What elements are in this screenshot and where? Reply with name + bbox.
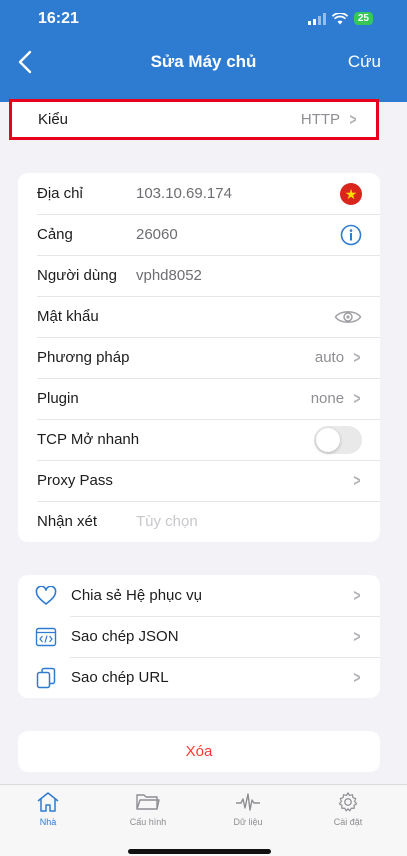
tab-bar: Nhà Cấu hình Dữ liệu Cài đặt — [0, 784, 407, 856]
tcp-fast-open-label: TCP Mở nhanh — [37, 431, 140, 448]
chevron-right-icon: > — [353, 626, 361, 646]
remark-row[interactable]: Nhận xét Tùy chọn — [18, 501, 380, 542]
password-label: Mật khẩu — [37, 308, 99, 325]
chevron-right-icon: > — [353, 347, 361, 367]
plugin-label: Plugin — [37, 390, 79, 407]
signal-icon — [307, 12, 326, 25]
info-icon[interactable] — [340, 224, 362, 246]
gear-icon — [338, 792, 358, 812]
page-title: Sửa Máy chủ — [150, 52, 257, 71]
port-row[interactable]: Cảng 26060 — [18, 214, 380, 255]
save-button[interactable]: Cứu — [348, 52, 381, 72]
folder-icon — [136, 794, 160, 810]
username-row[interactable]: Người dùng vphd8052 — [18, 255, 380, 296]
eye-icon[interactable] — [334, 308, 362, 326]
type-value: HTTP — [300, 111, 341, 128]
chevron-right-icon: > — [349, 109, 357, 129]
chevron-right-icon: > — [353, 388, 361, 408]
chevron-right-icon: > — [353, 585, 361, 605]
proxy-pass-label: Proxy Pass — [37, 472, 113, 489]
address-value[interactable]: 103.10.69.174 — [136, 185, 232, 202]
share-server-row[interactable]: Chia sẻ Hệ phục vụ > — [18, 575, 380, 616]
vietnam-flag-icon: ★ — [340, 182, 362, 205]
remark-input[interactable]: Tùy chọn — [136, 513, 198, 530]
tab-config-label: Cấu hình — [129, 817, 167, 827]
top-bar: 16:21 25 Sửa Máy chủ Cứu — [0, 0, 407, 102]
port-label: Cảng — [37, 226, 73, 243]
method-value: auto — [314, 349, 345, 366]
tcp-fast-open-toggle[interactable] — [314, 425, 362, 454]
code-file-icon — [35, 626, 57, 648]
plugin-row[interactable]: Plugin none > — [18, 378, 380, 419]
remark-label: Nhận xét — [37, 513, 98, 530]
status-time: 16:21 — [38, 10, 79, 27]
address-row[interactable]: Địa chỉ 103.10.69.174 ★ — [18, 173, 380, 214]
tab-data[interactable]: Dữ liệu — [208, 791, 288, 827]
method-label: Phương pháp — [37, 349, 130, 366]
server-fields-card: Địa chỉ 103.10.69.174 ★ Cảng 26060 Người… — [18, 173, 380, 542]
address-label: Địa chỉ — [37, 185, 83, 202]
home-icon — [37, 792, 59, 812]
copy-json-row[interactable]: Sao chép JSON > — [18, 616, 380, 657]
type-label: Kiểu — [38, 111, 69, 128]
tab-home-label: Nhà — [39, 817, 57, 827]
username-value[interactable]: vphd8052 — [136, 267, 202, 284]
delete-button[interactable]: Xóa — [18, 731, 380, 772]
copy-url-row[interactable]: Sao chép URL > — [18, 657, 380, 698]
type-row[interactable]: Kiểu HTTP > — [9, 99, 379, 140]
username-label: Người dùng — [37, 267, 117, 284]
copy-json-label: Sao chép JSON — [71, 628, 179, 645]
heart-icon — [35, 585, 57, 607]
share-server-label: Chia sẻ Hệ phục vụ — [71, 587, 202, 604]
copy-icon — [35, 667, 57, 689]
copy-url-label: Sao chép URL — [71, 669, 169, 686]
tab-config[interactable]: Cấu hình — [108, 791, 188, 827]
tab-settings-label: Cài đặt — [333, 817, 363, 827]
wifi-icon — [331, 12, 348, 24]
method-row[interactable]: Phương pháp auto > — [18, 337, 380, 378]
proxy-pass-row[interactable]: Proxy Pass > — [18, 460, 380, 501]
tab-home[interactable]: Nhà — [8, 791, 88, 827]
tab-settings[interactable]: Cài đặt — [308, 791, 388, 827]
tab-data-label: Dữ liệu — [233, 817, 263, 827]
password-row[interactable]: Mật khẩu — [18, 296, 380, 337]
status-icons: 25 — [307, 12, 373, 25]
tcp-fast-open-row: TCP Mở nhanh — [18, 419, 380, 460]
chevron-right-icon: > — [353, 470, 361, 490]
waveform-icon — [236, 793, 260, 811]
home-indicator — [128, 849, 271, 854]
actions-card: Chia sẻ Hệ phục vụ > Sao chép JSON > Sao… — [18, 575, 380, 698]
chevron-right-icon: > — [353, 667, 361, 687]
plugin-value: none — [310, 390, 345, 407]
battery-indicator: 25 — [353, 12, 373, 25]
port-value[interactable]: 26060 — [136, 226, 178, 243]
